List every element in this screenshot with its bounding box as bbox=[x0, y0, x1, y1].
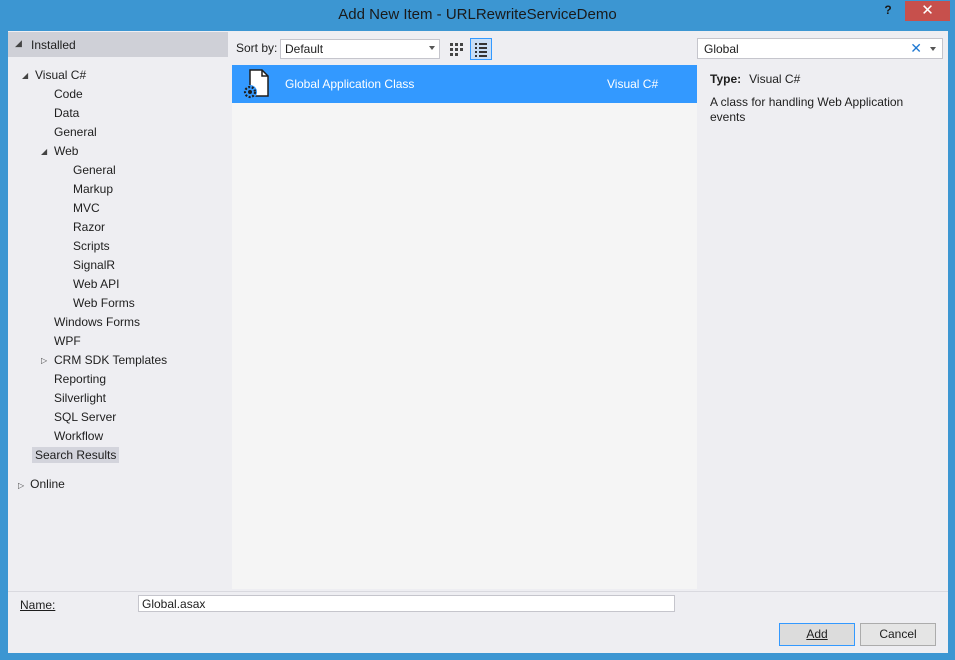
tree-item-web-forms[interactable]: Web Forms bbox=[73, 294, 135, 313]
tree-item-web-general[interactable]: General bbox=[73, 161, 116, 180]
search-installed-templates-input[interactable]: Global ✕ bbox=[697, 38, 943, 59]
tree-item-reporting[interactable]: Reporting bbox=[54, 370, 106, 389]
template-type: Type: Visual C# bbox=[710, 72, 800, 86]
tree-item-windows-forms[interactable]: Windows Forms bbox=[54, 313, 140, 332]
window-title: Add New Item - URLRewriteServiceDemo bbox=[338, 6, 617, 23]
list-view-icon bbox=[475, 43, 487, 57]
tree-item-sql-server[interactable]: SQL Server bbox=[54, 408, 116, 427]
tree-item-crm-sdk-templates[interactable]: ▷ CRM SDK Templates bbox=[41, 351, 167, 370]
template-language: Visual C# bbox=[607, 77, 659, 91]
global-asax-file-icon bbox=[243, 69, 269, 99]
expanded-arrow-icon[interactable]: ◢ bbox=[41, 142, 47, 161]
tree-item-code[interactable]: Code bbox=[54, 85, 83, 104]
type-value: Visual C# bbox=[749, 72, 801, 86]
search-value: Global bbox=[704, 42, 739, 56]
tree-item-visual-csharp[interactable]: ◢ Visual C# bbox=[22, 66, 86, 85]
sort-by-dropdown[interactable]: Default bbox=[280, 39, 440, 59]
tree-item-search-results[interactable]: Search Results bbox=[32, 446, 120, 465]
installed-label: Installed bbox=[31, 38, 76, 52]
dialog-body: ◢ Installed ◢ Visual C# Code Data Genera… bbox=[8, 31, 948, 653]
template-details-panel: Type: Visual C# A class for handling Web … bbox=[700, 65, 948, 589]
sort-by-label: Sort by: bbox=[236, 41, 278, 55]
collapsed-arrow-icon[interactable]: ▷ bbox=[41, 351, 47, 370]
tree-item-workflow[interactable]: Workflow bbox=[54, 427, 103, 446]
expanded-arrow-icon[interactable]: ◢ bbox=[22, 66, 28, 85]
template-name: Global Application Class bbox=[285, 77, 415, 91]
title-bar[interactable]: Add New Item - URLRewriteServiceDemo ? ✕ bbox=[0, 0, 955, 31]
tree-item-signalr[interactable]: SignalR bbox=[73, 256, 115, 275]
type-label: Type: bbox=[710, 72, 742, 86]
tree-item-web-api[interactable]: Web API bbox=[73, 275, 119, 294]
medium-icons-view-button[interactable] bbox=[445, 38, 467, 60]
online-header[interactable]: ▷ Online bbox=[18, 477, 65, 491]
cancel-button[interactable]: Cancel bbox=[860, 623, 936, 646]
help-button[interactable]: ? bbox=[878, 3, 898, 21]
template-list: Global Application Class Visual C# bbox=[232, 65, 697, 589]
tree-item-scripts[interactable]: Scripts bbox=[73, 237, 110, 256]
tree-item-data[interactable]: Data bbox=[54, 104, 79, 123]
tree-item-mvc[interactable]: MVC bbox=[73, 199, 100, 218]
divider bbox=[8, 591, 948, 592]
name-label: Name: bbox=[20, 598, 56, 612]
tree-item-silverlight[interactable]: Silverlight bbox=[54, 389, 106, 408]
collapsed-arrow-icon: ▷ bbox=[18, 481, 25, 490]
add-button[interactable]: Add bbox=[779, 623, 855, 646]
chevron-down-icon bbox=[429, 46, 435, 50]
close-button[interactable]: ✕ bbox=[905, 1, 950, 21]
template-item-global-application-class[interactable]: Global Application Class Visual C# bbox=[232, 65, 697, 103]
tree-item-wpf[interactable]: WPF bbox=[54, 332, 81, 351]
list-view-button[interactable] bbox=[470, 38, 492, 60]
sort-by-value: Default bbox=[285, 42, 324, 56]
tree-item-general[interactable]: General bbox=[54, 123, 97, 142]
name-field[interactable]: Global.asax bbox=[138, 595, 675, 612]
tree-item-markup[interactable]: Markup bbox=[73, 180, 113, 199]
template-categories-panel: ◢ Installed ◢ Visual C# Code Data Genera… bbox=[8, 31, 228, 591]
template-description: A class for handling Web Application eve… bbox=[710, 95, 904, 124]
installed-header[interactable]: ◢ Installed bbox=[8, 32, 228, 57]
grid-view-icon bbox=[450, 43, 463, 56]
add-new-item-dialog: Add New Item - URLRewriteServiceDemo ? ✕… bbox=[0, 0, 955, 660]
tree-item-razor[interactable]: Razor bbox=[73, 218, 105, 237]
expanded-arrow-icon: ◢ bbox=[15, 38, 22, 48]
tree-item-web[interactable]: ◢ Web bbox=[41, 142, 78, 161]
clear-search-icon[interactable]: ✕ bbox=[910, 40, 922, 57]
chevron-down-icon[interactable] bbox=[930, 47, 936, 51]
online-label: Online bbox=[30, 477, 65, 491]
